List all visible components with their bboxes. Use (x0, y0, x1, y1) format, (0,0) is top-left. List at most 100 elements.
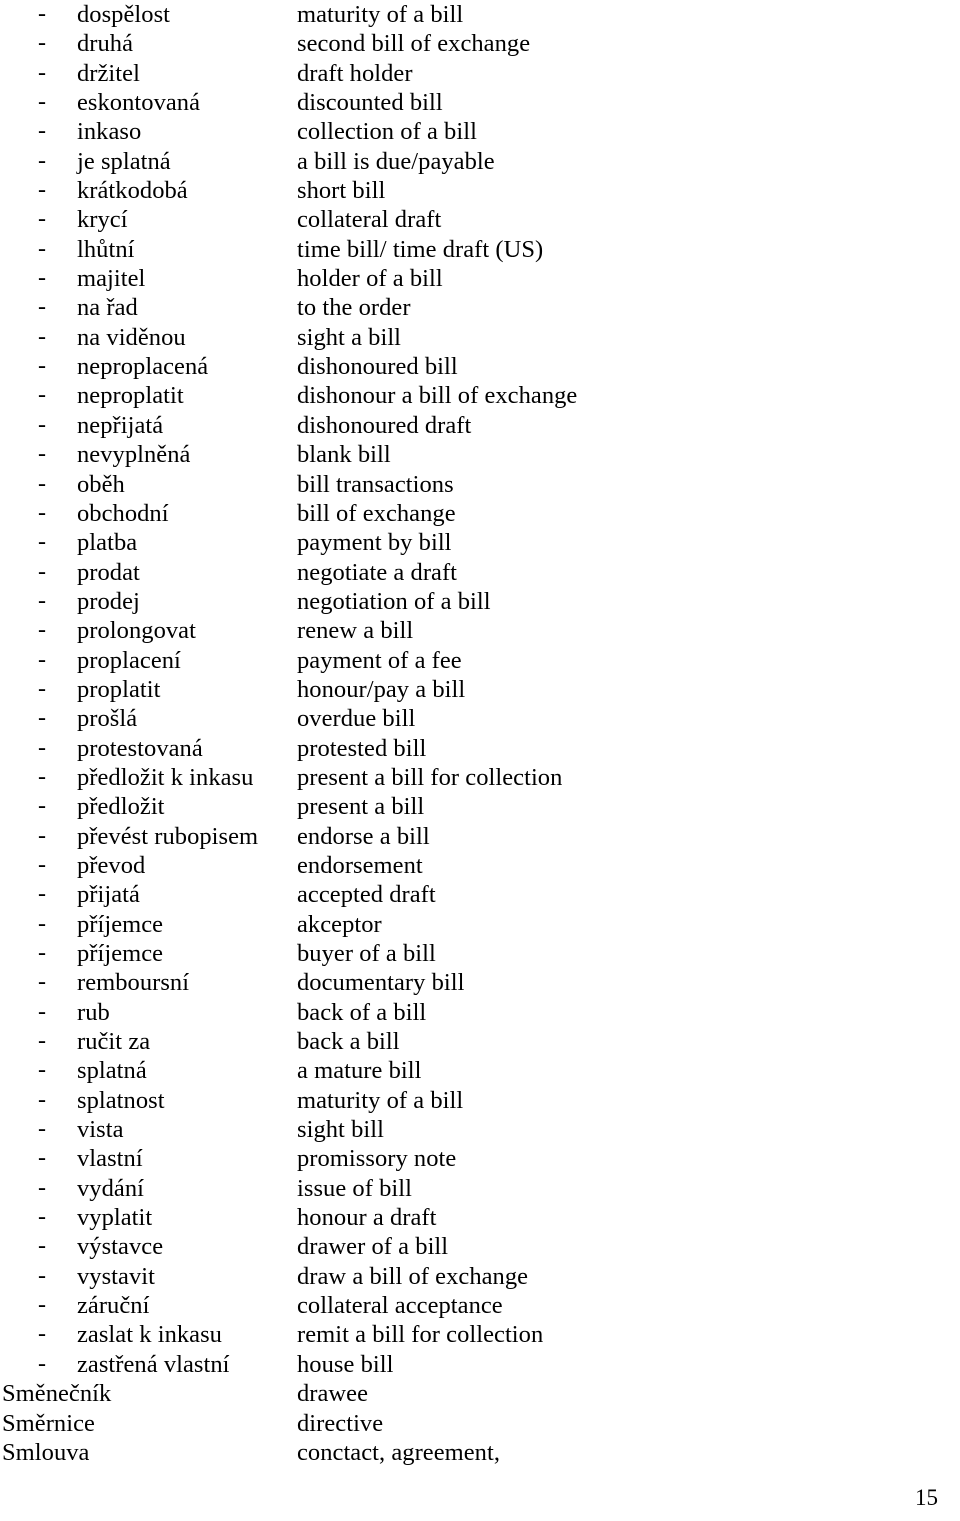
glossary-term-english: draw a bill of exchange (297, 1262, 529, 1290)
glossary-row: - druhá second bill of exchange (0, 29, 960, 58)
list-dash-icon: - (38, 441, 46, 468)
glossary-term-english: holder of a bill (297, 265, 443, 293)
list-dash-icon: - (38, 851, 46, 878)
glossary-row: - proplatit honour/pay a bill (0, 675, 960, 704)
glossary-term-english: house bill (297, 1350, 394, 1378)
list-dash-icon: - (38, 587, 46, 614)
glossary-row: Směnečník drawee (0, 1379, 960, 1408)
glossary-term-english: directive (297, 1409, 384, 1437)
glossary-term-czech: příjemce (77, 940, 164, 967)
glossary-term-czech: nevyplněná (77, 441, 191, 469)
list-dash-icon: - (38, 1321, 46, 1348)
glossary-term-english: sight bill (297, 1116, 384, 1144)
glossary-term-czech: je splatná (77, 147, 171, 175)
glossary-term-english: dishonour a bill of exchange (297, 382, 578, 410)
glossary-term-czech: výstavce (77, 1233, 164, 1261)
glossary-term-english: honour a draft (297, 1204, 437, 1232)
glossary-row: - převést rubopisem endorse a bill (0, 822, 960, 851)
list-dash-icon: - (38, 793, 46, 820)
glossary-row: - předložit present a bill (0, 792, 960, 821)
glossary-term-czech: inkaso (77, 118, 142, 146)
list-dash-icon: - (38, 881, 46, 908)
glossary-term-czech: přijatá (77, 881, 140, 909)
glossary-term-czech: na viděnou (77, 323, 186, 351)
list-dash-icon: - (38, 1086, 46, 1113)
glossary-term-english: documentary bill (297, 969, 465, 997)
list-dash-icon: - (38, 1292, 46, 1319)
glossary-term-czech: remboursní (77, 969, 190, 997)
list-dash-icon: - (38, 411, 46, 438)
glossary-row: - vista sight bill (0, 1115, 960, 1144)
glossary-term-english: endorsement (297, 851, 423, 879)
glossary-term-czech: proplatit (77, 675, 161, 703)
glossary-term-english: blank bill (297, 441, 391, 469)
glossary-row: - krátkodobá short bill (0, 176, 960, 205)
glossary-term-english: payment by bill (297, 529, 452, 557)
glossary-term-english: issue of bill (297, 1174, 412, 1202)
glossary-row: - vlastní promissory note (0, 1144, 960, 1173)
glossary-term-czech: oběh (77, 470, 125, 498)
glossary-row: - neproplatit dishonour a bill of exchange (0, 381, 960, 410)
glossary-row: - prodat negotiate a draft (0, 558, 960, 587)
list-dash-icon: - (38, 323, 46, 350)
glossary-term-czech: předložit k inkasu (77, 763, 254, 791)
list-dash-icon: - (38, 206, 46, 233)
glossary-term-english: dishonoured draft (297, 411, 472, 439)
glossary-term-czech: vista (77, 1116, 124, 1144)
glossary-row: - nevyplněná blank bill (0, 440, 960, 469)
glossary-term-english: bill transactions (297, 470, 454, 498)
glossary-row: - platba payment by bill (0, 528, 960, 557)
glossary-term-english: conctact, agreement, (297, 1438, 501, 1466)
glossary-term-english: draft holder (297, 59, 413, 87)
glossary-row: - vydání issue of bill (0, 1174, 960, 1203)
glossary-row: - remboursní documentary bill (0, 968, 960, 997)
glossary-term-english: negotiation of a bill (297, 587, 491, 615)
glossary-term-english: negotiate a draft (297, 558, 458, 586)
list-dash-icon: - (38, 59, 46, 86)
list-dash-icon: - (38, 998, 46, 1025)
glossary-term-czech: obchodní (77, 499, 169, 527)
glossary-term-english: present a bill for collection (297, 763, 563, 791)
glossary-term-czech: splatnost (77, 1086, 165, 1114)
glossary-term-english: buyer of a bill (297, 940, 436, 967)
list-dash-icon: - (38, 177, 46, 204)
glossary-row: - proplacení payment of a fee (0, 646, 960, 675)
list-dash-icon: - (38, 353, 46, 380)
glossary-term-czech: vystavit (77, 1262, 155, 1290)
list-dash-icon: - (38, 235, 46, 262)
glossary-term-czech: vyplatit (77, 1204, 153, 1232)
glossary-term-czech: platba (77, 529, 138, 557)
glossary-term-czech: záruční (77, 1292, 150, 1320)
glossary-row: - výstavce drawer of a bill (0, 1232, 960, 1261)
glossary-term-english: remit a bill for collection (297, 1321, 544, 1349)
glossary-row: - na řad to the order (0, 293, 960, 322)
list-dash-icon: - (38, 617, 46, 644)
glossary-row: - ručit za back a bill (0, 1027, 960, 1056)
glossary-row: - rub back of a bill (0, 998, 960, 1027)
glossary-term-czech: příjemce (77, 910, 164, 938)
glossary-row: - obchodní bill of exchange (0, 499, 960, 528)
glossary-row: - prodej negotiation of a bill (0, 587, 960, 616)
list-dash-icon: - (38, 1350, 46, 1377)
glossary-term-czech: předložit (77, 793, 165, 821)
glossary-row: - příjemce buyer of a bill (0, 939, 960, 968)
list-dash-icon: - (38, 1057, 46, 1084)
glossary-term-czech: převod (77, 851, 146, 879)
list-dash-icon: - (38, 147, 46, 174)
glossary-term-english: endorse a bill (297, 822, 430, 850)
glossary-row: - je splatná a bill is due/payable (0, 147, 960, 176)
glossary-term-czech: držitel (77, 59, 140, 87)
glossary-term-english: back of a bill (297, 998, 427, 1026)
list-dash-icon: - (38, 1262, 46, 1289)
glossary-term-czech: nepřijatá (77, 411, 164, 439)
glossary-term-czech: lhůtní (77, 235, 135, 263)
glossary-row: - zaslat k inkasu remit a bill for collect… (0, 1320, 960, 1349)
list-dash-icon: - (38, 89, 46, 116)
list-dash-icon: - (38, 763, 46, 790)
list-dash-icon: - (38, 705, 46, 732)
glossary-term-english: maturity of a bill (297, 1086, 464, 1114)
list-dash-icon: - (38, 1233, 46, 1260)
glossary-term-english: back a bill (297, 1028, 400, 1056)
list-dash-icon: - (38, 30, 46, 57)
list-dash-icon: - (38, 558, 46, 585)
